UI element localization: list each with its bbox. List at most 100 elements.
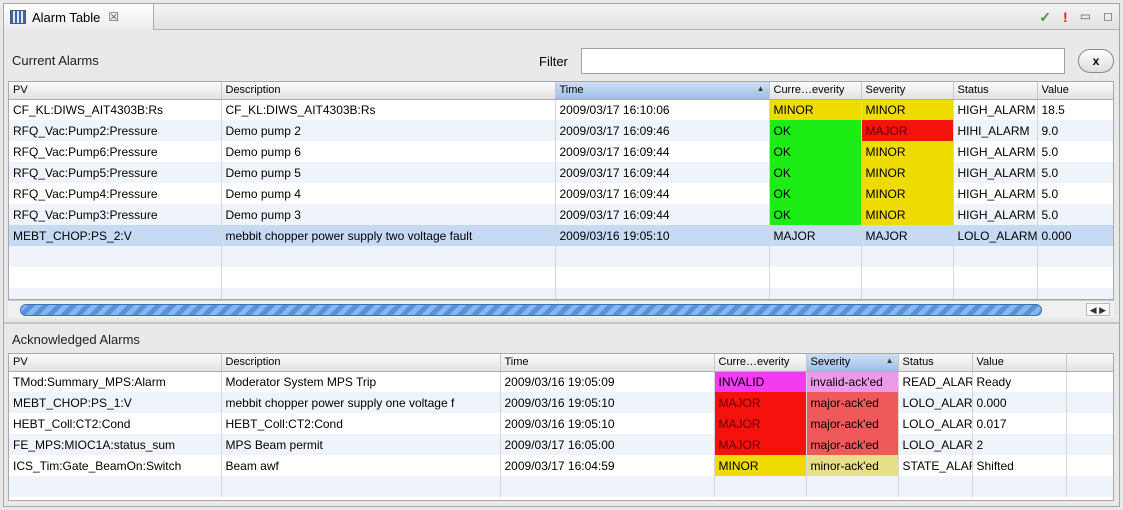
- cell-description: [221, 476, 501, 497]
- cell-severity: minor-ack'ed: [806, 455, 899, 476]
- tab-title: Alarm Table: [32, 9, 101, 25]
- cell-time: [555, 267, 770, 288]
- cell-pv: RFQ_Vac:Pump5:Pressure: [9, 162, 222, 183]
- column-header-time[interactable]: Time: [500, 354, 715, 372]
- horizontal-scrollbar[interactable]: ◀ ▶: [8, 300, 1114, 318]
- table-row[interactable]: RFQ_Vac:Pump6:Pressure Demo pump 6 2009/03…: [9, 141, 1113, 162]
- cell-severity: [861, 267, 954, 288]
- cell-status: STATE_ALARM: [898, 455, 973, 476]
- cell-current-severity: [769, 246, 862, 267]
- cell-pv: RFQ_Vac:Pump6:Pressure: [9, 141, 222, 162]
- column-header-time[interactable]: Time ▲: [555, 82, 770, 100]
- table-row[interactable]: MEBT_CHOP:PS_2:V mebbit chopper power sup…: [9, 225, 1113, 246]
- cell-filler: [1066, 455, 1113, 476]
- scrollbar-thumb[interactable]: [20, 304, 1042, 316]
- cell-severity: MINOR: [861, 99, 954, 120]
- table-row[interactable]: RFQ_Vac:Pump4:Pressure Demo pump 4 2009/03…: [9, 183, 1113, 204]
- table-row[interactable]: TMod:Summary_MPS:Alarm Moderator System M…: [9, 371, 1113, 392]
- table-row[interactable]: CF_KL:DIWS_AIT4303B:Rs CF_KL:DIWS_AIT4303…: [9, 99, 1113, 120]
- acknowledged-alarms-table: PV Description Time Curre…everity Severity ▲ S…: [8, 353, 1114, 501]
- view-tab-bar: Alarm Table ☒ ✓ ! ▭ ◻: [4, 4, 1119, 30]
- cell-status: HIGH_ALARM: [953, 183, 1038, 204]
- cell-value: 2: [972, 434, 1067, 455]
- cell-current-severity: [769, 267, 862, 288]
- filter-input[interactable]: [581, 48, 1065, 74]
- cell-time: 2009/03/16 19:05:10: [500, 413, 715, 434]
- cell-pv: [9, 288, 222, 299]
- cell-current-severity: MAJOR: [714, 413, 807, 434]
- cell-value: [1037, 246, 1113, 267]
- column-header-value[interactable]: Value: [1037, 82, 1113, 100]
- cell-description: Demo pump 2: [221, 120, 556, 141]
- cell-time: [555, 246, 770, 267]
- check-icon[interactable]: ✓: [1039, 9, 1051, 26]
- table-row[interactable]: RFQ_Vac:Pump2:Pressure Demo pump 2 2009/03…: [9, 120, 1113, 141]
- cell-description: Demo pump 6: [221, 141, 556, 162]
- alarm-table-view: Alarm Table ☒ ✓ ! ▭ ◻ Current Alarms Fil…: [3, 3, 1120, 507]
- cell-value: 5.0: [1037, 141, 1113, 162]
- cell-current-severity: MINOR: [714, 455, 807, 476]
- cell-pv: MEBT_CHOP:PS_1:V: [9, 392, 222, 413]
- alert-icon[interactable]: !: [1063, 9, 1068, 26]
- table-row[interactable]: FE_MPS:MIOC1A:status_sum MPS Beam permit 2…: [9, 434, 1113, 455]
- cell-pv: MEBT_CHOP:PS_2:V: [9, 225, 222, 246]
- cell-description: Demo pump 4: [221, 183, 556, 204]
- close-icon[interactable]: ☒: [108, 10, 119, 24]
- cell-severity: major-ack'ed: [806, 413, 899, 434]
- cell-time: [500, 476, 715, 497]
- pane-splitter[interactable]: [4, 322, 1119, 324]
- maximize-icon[interactable]: ◻: [1103, 9, 1113, 26]
- column-header-description[interactable]: Description: [221, 354, 501, 372]
- table-row[interactable]: HEBT_Coll:CT2:Cond HEBT_Coll:CT2:Cond 2009…: [9, 413, 1113, 434]
- cell-time: 2009/03/16 19:05:09: [500, 371, 715, 392]
- column-header-pv[interactable]: PV: [9, 82, 222, 100]
- column-header-current-severity[interactable]: Curre…everity: [714, 354, 807, 372]
- cell-time: 2009/03/17 16:09:44: [555, 141, 770, 162]
- column-header-pv[interactable]: PV: [9, 354, 222, 372]
- tab-alarm-table[interactable]: Alarm Table ☒: [4, 4, 154, 30]
- cell-current-severity: MINOR: [769, 99, 862, 120]
- cell-time: 2009/03/17 16:05:00: [500, 434, 715, 455]
- column-header-severity[interactable]: Severity ▲: [806, 354, 899, 372]
- empty-row: [9, 288, 1113, 299]
- cell-value: [1037, 267, 1113, 288]
- cell-status: LOLO_ALARM: [953, 225, 1038, 246]
- clear-filter-button[interactable]: x: [1078, 49, 1114, 73]
- column-header-status[interactable]: Status: [898, 354, 973, 372]
- minimize-icon[interactable]: ▭: [1080, 9, 1091, 26]
- cell-description: [221, 288, 556, 299]
- column-header-value[interactable]: Value: [972, 354, 1067, 372]
- cell-description: mebbit chopper power supply one voltage …: [221, 392, 501, 413]
- cell-pv: CF_KL:DIWS_AIT4303B:Rs: [9, 99, 222, 120]
- column-header-current-severity[interactable]: Curre…everity: [769, 82, 862, 100]
- table-row[interactable]: ICS_Tim:Gate_BeamOn:Switch Beam awf 2009/0…: [9, 455, 1113, 476]
- cell-description: [221, 246, 556, 267]
- cell-time: 2009/03/16 19:05:10: [555, 225, 770, 246]
- cell-time: 2009/03/17 16:09:44: [555, 183, 770, 204]
- cell-status: HIHI_ALARM: [953, 120, 1038, 141]
- view-toolbar: ✓ ! ▭ ◻: [1039, 9, 1113, 26]
- column-header-description[interactable]: Description: [221, 82, 556, 100]
- cell-current-severity: OK: [769, 162, 862, 183]
- cell-status: LOLO_ALARM: [898, 413, 973, 434]
- cell-current-severity: MAJOR: [714, 434, 807, 455]
- table-row[interactable]: MEBT_CHOP:PS_1:V mebbit chopper power sup…: [9, 392, 1113, 413]
- cell-value: 0.000: [1037, 225, 1113, 246]
- table-row[interactable]: RFQ_Vac:Pump3:Pressure Demo pump 3 2009/03…: [9, 204, 1113, 225]
- cell-pv: [9, 246, 222, 267]
- cell-status: LOLO_ALARM: [898, 434, 973, 455]
- column-header-status[interactable]: Status: [953, 82, 1038, 100]
- cell-current-severity: INVALID: [714, 371, 807, 392]
- column-header-filler: [1066, 354, 1113, 372]
- cell-status: [953, 267, 1038, 288]
- column-header-severity[interactable]: Severity: [861, 82, 954, 100]
- cell-description: Moderator System MPS Trip: [221, 371, 501, 392]
- table-row[interactable]: RFQ_Vac:Pump5:Pressure Demo pump 5 2009/03…: [9, 162, 1113, 183]
- cell-current-severity: [714, 476, 807, 497]
- scroll-arrows-icon[interactable]: ◀ ▶: [1085, 303, 1110, 316]
- cell-description: MPS Beam permit: [221, 434, 501, 455]
- cell-status: [953, 246, 1038, 267]
- cell-description: Demo pump 3: [221, 204, 556, 225]
- cell-description: Beam awf: [221, 455, 501, 476]
- acknowledged-alarms-title: Acknowledged Alarms: [12, 332, 140, 347]
